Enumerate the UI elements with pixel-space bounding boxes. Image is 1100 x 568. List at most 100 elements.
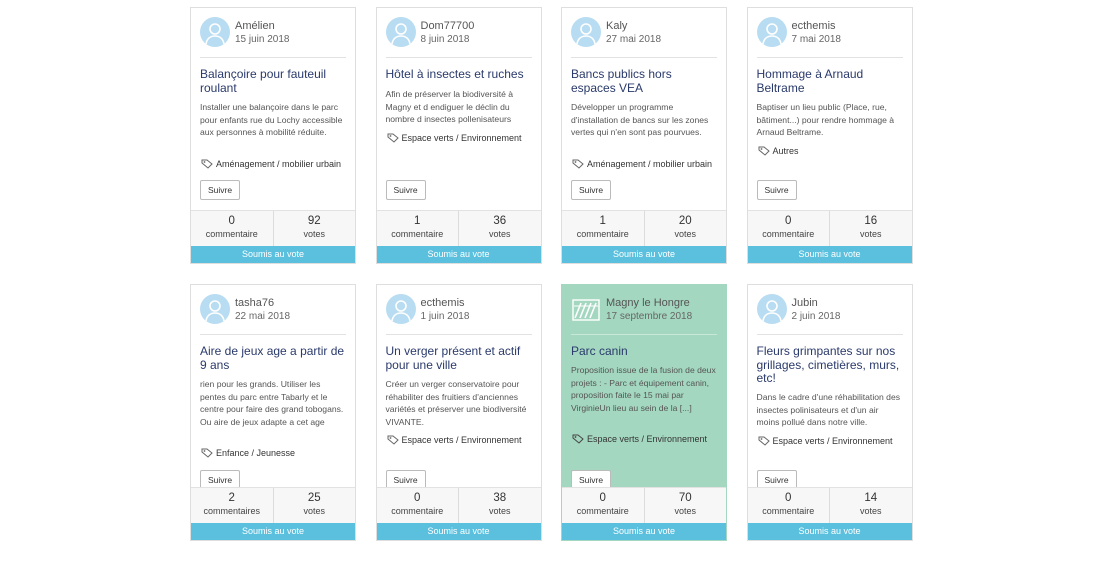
comments-stat[interactable]: 0 commentaire [191,211,273,246]
category-tag[interactable]: Espace verts / Environnement [758,436,893,446]
author-name[interactable]: ecthemis [421,297,465,309]
project-title[interactable]: Hommage à Arnaud Beltrame [757,67,904,95]
user-avatar-icon [571,17,601,47]
stats-bar: 1 commentaire 20 votes [562,210,726,246]
status-badge: Soumis au vote [562,523,726,540]
divider [385,57,532,58]
category-label: Espace verts / Environnement [587,434,708,444]
comments-stat[interactable]: 1 commentaire [377,211,459,246]
votes-stat[interactable]: 16 votes [829,211,912,246]
divider [571,57,717,58]
author-block: ecthemis 1 juin 2018 [385,294,532,326]
author-block: tasha76 22 mai 2018 [200,294,346,326]
author-name[interactable]: Dom77700 [421,20,475,32]
follow-button[interactable]: Suivre [571,180,611,200]
project-title[interactable]: Aire de jeux age a partir de 9 ans [200,344,347,372]
votes-stat[interactable]: 14 votes [829,488,912,523]
status-badge: Soumis au vote [376,523,541,540]
author-name[interactable]: tasha76 [235,297,274,309]
status-badge: Soumis au vote [747,523,912,540]
project-description: rien pour les grands. Utiliser les pente… [200,379,344,427]
project-card[interactable]: ecthemis 1 juin 2018 Un verger présent e… [375,284,542,541]
comments-label: commentaire [391,229,444,239]
votes-count: 38 [493,492,507,504]
project-title[interactable]: Fleurs grimpantes sur nos grillages, cim… [757,344,904,386]
divider [756,334,903,335]
post-date: 17 septembre 2018 [606,311,693,322]
votes-count: 20 [678,215,692,227]
category-tag[interactable]: Espace verts / Environnement [572,434,707,444]
comments-label: commentaire [762,506,815,516]
author-name[interactable]: ecthemis [792,20,836,32]
comments-stat[interactable]: 0 commentaire [748,211,830,246]
city-logo-icon [571,294,601,324]
comments-label: commentaires [203,506,261,516]
tag-icon [387,133,399,143]
tag-icon [201,159,213,169]
follow-button[interactable]: Suivre [385,180,426,200]
category-tag[interactable]: Aménagement / mobilier urbain [201,159,341,169]
votes-label: votes [303,229,325,239]
votes-stat[interactable]: 92 votes [272,211,356,246]
project-card[interactable]: tasha76 22 mai 2018 Aire de jeux age a p… [190,284,356,541]
category-tag[interactable]: Espace verts / Environnement [387,435,522,445]
comments-label: commentaire [576,229,629,239]
divider [571,334,717,335]
category-tag[interactable]: Espace verts / Environnement [387,133,522,143]
category-tag[interactable]: Autres [758,146,799,156]
votes-count: 14 [864,492,878,504]
author-name[interactable]: Jubin [792,297,818,309]
category-label: Aménagement / mobilier urbain [587,159,713,169]
comments-count: 2 [228,492,235,504]
divider [756,57,903,58]
comments-stat[interactable]: 2 commentaires [191,488,273,523]
project-title[interactable]: Parc canin [571,344,718,359]
category-label: Espace verts / Environnement [401,133,522,143]
project-title[interactable]: Un verger présent et actif pour une vill… [386,344,533,372]
comments-stat[interactable]: 0 commentaire [748,488,830,523]
comments-stat[interactable]: 0 commentaire [562,488,644,523]
project-card[interactable]: Dom77700 8 juin 2018 Hôtel à insectes et… [375,7,542,264]
status-badge: Soumis au vote [562,246,726,263]
votes-count: 16 [864,215,878,227]
project-title[interactable]: Bancs publics hors espaces VEA [571,67,718,95]
author-name[interactable]: Amélien [235,20,275,32]
category-tag[interactable]: Enfance / Jeunesse [201,448,295,458]
comments-label: commentaire [205,229,258,239]
follow-button[interactable]: Suivre [756,180,797,200]
comments-stat[interactable]: 1 commentaire [562,211,644,246]
comments-count: 1 [414,215,421,227]
project-card[interactable]: Magny le Hongre 17 septembre 2018 Parc c… [561,284,727,541]
project-card[interactable]: ecthemis 7 mai 2018 Hommage à Arnaud Bel… [746,7,913,264]
category-tag[interactable]: Aménagement / mobilier urbain [572,159,712,169]
votes-stat[interactable]: 38 votes [458,488,541,523]
status-badge: Soumis au vote [747,246,912,263]
comments-count: 1 [599,215,606,227]
author-name[interactable]: Magny le Hongre [606,297,690,309]
user-avatar-icon [756,294,787,324]
votes-stat[interactable]: 25 votes [272,488,356,523]
user-avatar-icon [200,294,230,324]
project-card[interactable]: Kaly 27 mai 2018 Bancs publics hors espa… [561,7,727,264]
post-date: 1 juin 2018 [420,311,470,322]
category-label: Espace verts / Environnement [772,436,893,446]
project-title[interactable]: Balançoire pour fauteuil roulant [200,67,347,95]
projects-grid: Amélien 15 juin 2018 Balançoire pour fau… [190,7,913,541]
tag-icon [758,146,770,156]
votes-stat[interactable]: 20 votes [643,211,727,246]
comments-count: 0 [785,215,792,227]
stats-bar: 0 commentaire 16 votes [747,210,912,246]
follow-button[interactable]: Suivre [200,180,240,200]
author-name[interactable]: Kaly [606,20,627,32]
votes-stat[interactable]: 70 votes [643,488,727,523]
project-title[interactable]: Hôtel à insectes et ruches [386,67,533,82]
project-card[interactable]: Jubin 2 juin 2018 Fleurs grimpantes sur … [746,284,913,541]
user-avatar-icon [385,294,416,324]
project-card[interactable]: Amélien 15 juin 2018 Balançoire pour fau… [190,7,356,264]
tag-icon [201,448,213,458]
comments-stat[interactable]: 0 commentaire [377,488,459,523]
project-description: Proposition issue de la fusion de deux p… [571,365,716,413]
stats-bar: 1 commentaire 36 votes [376,210,541,246]
stats-bar: 0 commentaire 92 votes [191,210,355,246]
votes-stat[interactable]: 36 votes [458,211,541,246]
